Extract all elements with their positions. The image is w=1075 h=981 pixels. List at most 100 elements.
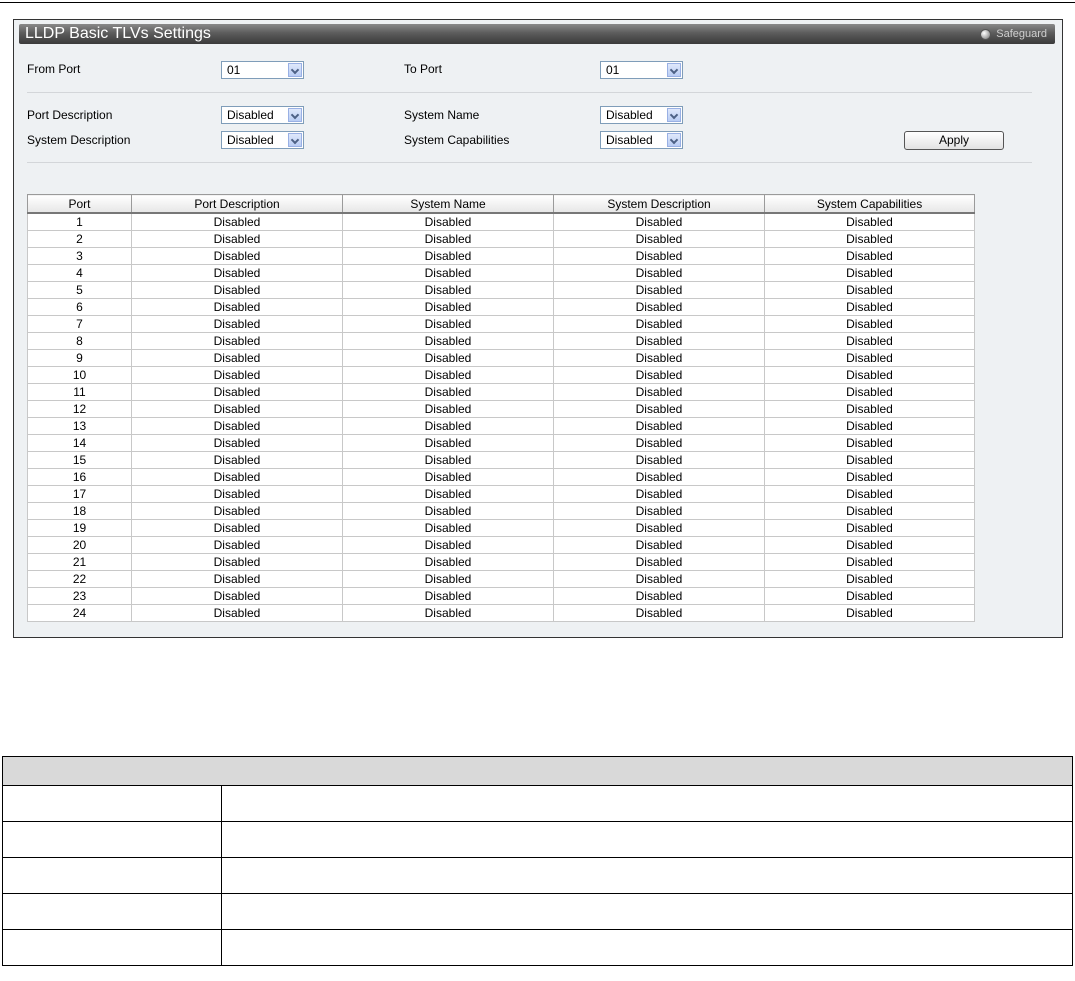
lldp-basic-tlvs-panel: LLDP Basic TLVs Settings Safeguard From … [13, 19, 1063, 638]
table-row: 21 Disabled Disabled Disabled Disabled [27, 553, 975, 571]
table-row: 7 Disabled Disabled Disabled Disabled [27, 315, 975, 333]
description-value-cell [221, 893, 1073, 930]
cell-port: 9 [27, 349, 132, 367]
system-capabilities-value: Disabled [606, 133, 653, 147]
cell-system-description: Disabled [553, 451, 765, 469]
table-row: 9 Disabled Disabled Disabled Disabled [27, 349, 975, 367]
to-port-label: To Port [404, 62, 443, 76]
cell-port: 11 [27, 383, 132, 401]
table-row: 24 Disabled Disabled Disabled Disabled [27, 604, 975, 622]
port-description-value: Disabled [227, 108, 274, 122]
cell-system-description: Disabled [553, 485, 765, 503]
table-row: 20 Disabled Disabled Disabled Disabled [27, 536, 975, 554]
cell-port-description: Disabled [131, 417, 343, 435]
cell-system-capabilities: Disabled [764, 417, 975, 435]
table-row: 4 Disabled Disabled Disabled Disabled [27, 264, 975, 282]
cell-port-description: Disabled [131, 315, 343, 333]
cell-system-name: Disabled [342, 485, 554, 503]
chevron-down-icon [667, 108, 681, 122]
cell-system-name: Disabled [342, 570, 554, 588]
system-description-value: Disabled [227, 133, 274, 147]
chevron-down-icon [667, 133, 681, 147]
cell-system-capabilities: Disabled [764, 349, 975, 367]
from-port-select[interactable]: 01 [221, 61, 304, 79]
cell-system-description: Disabled [553, 366, 765, 384]
cell-system-description: Disabled [553, 383, 765, 401]
cell-port: 10 [27, 366, 132, 384]
description-row [2, 857, 1073, 894]
port-description-label: Port Description [27, 108, 113, 122]
port-description-select[interactable]: Disabled [221, 106, 304, 124]
cell-system-capabilities: Disabled [764, 298, 975, 316]
cell-system-name: Disabled [342, 468, 554, 486]
cell-port: 17 [27, 485, 132, 503]
description-key-cell [2, 893, 222, 930]
cell-system-capabilities: Disabled [764, 553, 975, 571]
system-capabilities-select[interactable]: Disabled [600, 131, 683, 149]
cell-system-name: Disabled [342, 417, 554, 435]
system-description-label: System Description [27, 133, 131, 147]
system-name-select[interactable]: Disabled [600, 106, 683, 124]
table-row: 22 Disabled Disabled Disabled Disabled [27, 570, 975, 588]
cell-port: 1 [27, 212, 132, 231]
cell-port-description: Disabled [131, 281, 343, 299]
cell-port: 7 [27, 315, 132, 333]
cell-system-name: Disabled [342, 332, 554, 350]
description-key-cell [2, 857, 222, 894]
cell-port: 18 [27, 502, 132, 520]
cell-system-description: Disabled [553, 519, 765, 537]
table-row: 18 Disabled Disabled Disabled Disabled [27, 502, 975, 520]
cell-system-capabilities: Disabled [764, 519, 975, 537]
cell-system-capabilities: Disabled [764, 332, 975, 350]
cell-port: 2 [27, 230, 132, 248]
cell-system-capabilities: Disabled [764, 587, 975, 605]
cell-system-description: Disabled [553, 434, 765, 452]
cell-system-name: Disabled [342, 451, 554, 469]
cell-system-capabilities: Disabled [764, 383, 975, 401]
cell-port-description: Disabled [131, 553, 343, 571]
safeguard-indicator[interactable]: Safeguard [980, 24, 1047, 44]
divider [27, 92, 1032, 93]
cell-port: 20 [27, 536, 132, 554]
cell-port: 15 [27, 451, 132, 469]
cell-system-capabilities: Disabled [764, 468, 975, 486]
column-header-system-capabilities: System Capabilities [764, 194, 975, 214]
system-description-select[interactable]: Disabled [221, 131, 304, 149]
table-row: 12 Disabled Disabled Disabled Disabled [27, 400, 975, 418]
cell-port: 16 [27, 468, 132, 486]
cell-port: 24 [27, 604, 132, 622]
cell-system-description: Disabled [553, 553, 765, 571]
to-port-select[interactable]: 01 [600, 61, 683, 79]
table-row: 8 Disabled Disabled Disabled Disabled [27, 332, 975, 350]
cell-system-description: Disabled [553, 468, 765, 486]
system-name-value: Disabled [606, 108, 653, 122]
chevron-down-icon [288, 63, 302, 77]
cell-system-name: Disabled [342, 536, 554, 554]
cell-system-description: Disabled [553, 247, 765, 265]
cell-port: 23 [27, 587, 132, 605]
cell-system-capabilities: Disabled [764, 400, 975, 418]
description-value-cell [221, 821, 1073, 858]
cell-port-description: Disabled [131, 468, 343, 486]
description-row [2, 821, 1073, 858]
table-row: 2 Disabled Disabled Disabled Disabled [27, 230, 975, 248]
cell-port: 4 [27, 264, 132, 282]
cell-port: 14 [27, 434, 132, 452]
description-header-cell [2, 756, 1073, 786]
cell-system-description: Disabled [553, 332, 765, 350]
cell-system-description: Disabled [553, 400, 765, 418]
cell-system-description: Disabled [553, 604, 765, 622]
cell-port-description: Disabled [131, 485, 343, 503]
cell-system-description: Disabled [553, 570, 765, 588]
cell-port: 13 [27, 417, 132, 435]
description-table-header [2, 756, 1073, 786]
cell-system-capabilities: Disabled [764, 604, 975, 622]
cell-system-description: Disabled [553, 264, 765, 282]
cell-port-description: Disabled [131, 383, 343, 401]
cell-system-name: Disabled [342, 502, 554, 520]
table-row: 11 Disabled Disabled Disabled Disabled [27, 383, 975, 401]
cell-port: 3 [27, 247, 132, 265]
apply-button[interactable]: Apply [904, 131, 1004, 150]
cell-system-capabilities: Disabled [764, 315, 975, 333]
table-row: 10 Disabled Disabled Disabled Disabled [27, 366, 975, 384]
